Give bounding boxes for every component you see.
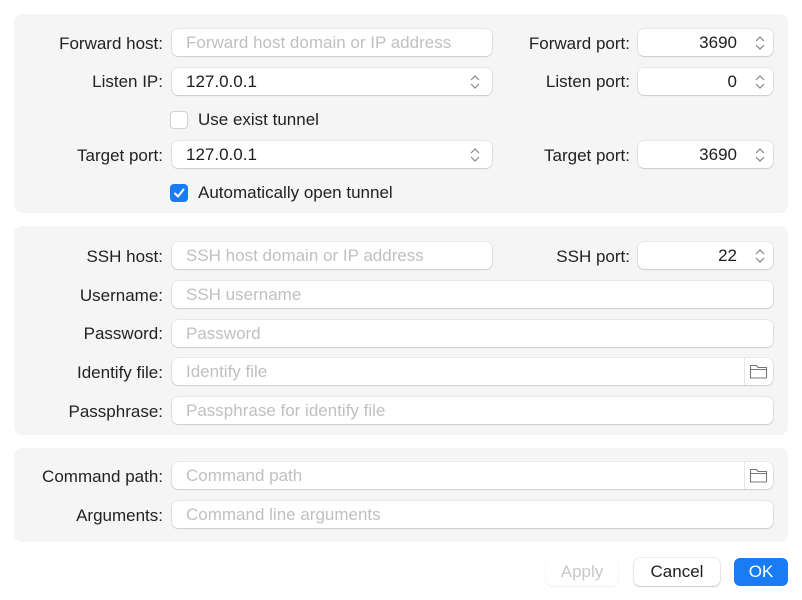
passphrase-field[interactable] — [172, 397, 773, 424]
up-down-chevron-icon[interactable] — [747, 141, 773, 168]
command-path-browse-button[interactable] — [744, 462, 773, 489]
up-down-chevron-icon[interactable] — [462, 68, 488, 95]
listen-ip-label: Listen IP: — [92, 72, 163, 91]
up-down-chevron-icon[interactable] — [747, 29, 773, 56]
listen-port-label: Listen port: — [545, 72, 630, 91]
ok-button[interactable]: OK — [734, 558, 788, 586]
identify-file-field[interactable] — [172, 358, 773, 385]
ssh-host-input[interactable] — [172, 242, 492, 269]
listen-port-value[interactable]: 0 — [638, 72, 747, 92]
use-exist-tunnel-label[interactable]: Use exist tunnel — [198, 110, 319, 130]
passphrase-label: Passphrase: — [68, 402, 164, 421]
up-down-chevron-icon[interactable] — [747, 68, 773, 95]
forward-port-label: Forward port: — [528, 34, 630, 53]
password-input[interactable] — [172, 320, 773, 347]
ssh-host-label: SSH host: — [86, 247, 163, 266]
passphrase-input[interactable] — [172, 397, 773, 424]
cancel-button[interactable]: Cancel — [634, 558, 720, 586]
target-host-value[interactable]: 127.0.0.1 — [172, 145, 462, 165]
target-port-label: Target port: — [544, 146, 630, 165]
ssh-port-label: SSH port: — [556, 247, 630, 266]
checkmark-icon — [174, 188, 185, 198]
folder-icon — [750, 468, 768, 483]
arguments-label: Arguments: — [76, 506, 163, 525]
up-down-chevron-icon[interactable] — [747, 242, 773, 269]
password-label: Password: — [83, 324, 163, 343]
ssh-port-stepper[interactable]: 22 — [638, 242, 773, 269]
auto-open-tunnel-label[interactable]: Automatically open tunnel — [198, 183, 393, 203]
target-host-combobox[interactable]: 127.0.0.1 — [172, 141, 492, 168]
ssh-host-field[interactable] — [172, 242, 492, 269]
forward-port-value[interactable]: 3690 — [638, 33, 747, 53]
username-input[interactable] — [172, 281, 773, 308]
identify-file-input[interactable] — [172, 358, 745, 385]
target-host-label: Target port: — [77, 146, 163, 165]
up-down-chevron-icon[interactable] — [462, 141, 488, 168]
forward-host-input[interactable] — [172, 29, 492, 56]
forward-port-stepper[interactable]: 3690 — [638, 29, 773, 56]
ssh-port-value[interactable]: 22 — [638, 246, 747, 266]
forward-host-field[interactable] — [172, 29, 492, 56]
folder-icon — [750, 364, 768, 379]
username-label: Username: — [79, 286, 163, 305]
apply-button[interactable]: Apply — [546, 558, 618, 586]
forward-host-label: Forward host: — [59, 34, 163, 53]
target-port-value[interactable]: 3690 — [638, 145, 747, 165]
command-path-field[interactable] — [172, 462, 773, 489]
username-field[interactable] — [172, 281, 773, 308]
listen-port-stepper[interactable]: 0 — [638, 68, 773, 95]
identify-file-browse-button[interactable] — [744, 358, 773, 385]
command-path-input[interactable] — [172, 462, 745, 489]
identify-file-label: Identify file: — [77, 363, 163, 382]
listen-ip-value[interactable]: 127.0.0.1 — [172, 72, 462, 92]
password-field[interactable] — [172, 320, 773, 347]
listen-ip-combobox[interactable]: 127.0.0.1 — [172, 68, 492, 95]
arguments-field[interactable] — [172, 501, 773, 528]
auto-open-tunnel-checkbox[interactable] — [170, 184, 188, 202]
target-port-stepper[interactable]: 3690 — [638, 141, 773, 168]
command-path-label: Command path: — [42, 467, 163, 486]
arguments-input[interactable] — [172, 501, 773, 528]
use-exist-tunnel-checkbox[interactable] — [170, 111, 188, 129]
